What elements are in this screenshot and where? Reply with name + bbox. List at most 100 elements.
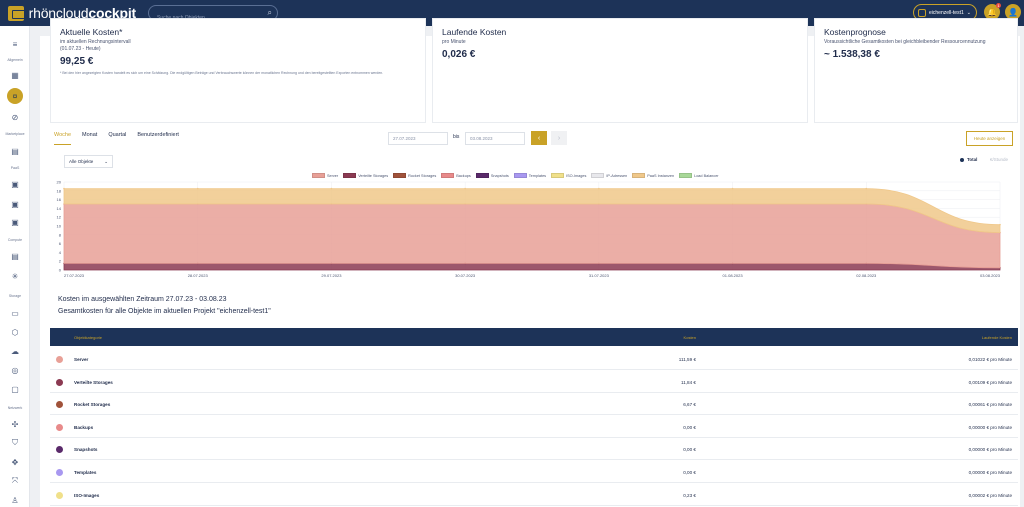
network-icon[interactable]: ✣ [7, 416, 23, 432]
template-icon[interactable]: ▢ [7, 381, 23, 397]
tab-benutzerdefiniert[interactable]: Benutzerdefiniert [137, 129, 179, 145]
category-cost: 11,84 € [681, 379, 696, 385]
y-tick-label: 4 [59, 250, 62, 255]
loadbalancer-icon[interactable]: ✥ [7, 454, 23, 470]
radio-dot [960, 157, 964, 162]
paas-icon[interactable]: ▣ [7, 176, 23, 192]
table-row[interactable]: Verteilte Storages 11,84 € 0,00109 € pro… [50, 371, 1018, 393]
category-cost: 0,23 € [683, 492, 696, 498]
category-cost: 0,00 € [683, 424, 696, 430]
y-tick-label: 14 [57, 206, 62, 211]
sidebar-section-label: Marketplace [5, 132, 25, 136]
card-title: Aktuelle Kosten* [60, 27, 123, 37]
running-costs-value: 0,026 € [442, 49, 476, 60]
table-row[interactable]: Snapshots 0,00 € 0,00000 € pro Minute [50, 439, 1018, 461]
header-category: Objektkategorie [74, 335, 103, 340]
area-series-server [63, 203, 1001, 269]
category-running-cost: 0,00000 € pro Minute [968, 470, 1012, 475]
forecast-card: Kostenprognose Voraussichtliche Gesamtko… [814, 18, 1018, 123]
sidebar-section-label: Storage [8, 294, 22, 298]
table-row[interactable]: Rocket Storages 6,67 € 0,00061 € pro Min… [50, 394, 1018, 416]
y-tick-label: 2 [59, 259, 62, 264]
cluster-icon[interactable]: ✳ [7, 268, 23, 284]
legend-label: PaaS Instanzen [647, 173, 675, 178]
category-running-cost: 0,01022 € pro Minute [968, 357, 1012, 362]
chevron-down-icon: ⌄ [104, 159, 108, 164]
toggle-hour[interactable]: €/Stunde [990, 157, 1008, 162]
backup-icon[interactable]: ⬡ [7, 324, 23, 340]
legend-label: Server [327, 173, 339, 178]
toggle-total[interactable]: Total [960, 157, 977, 162]
object-select-value: Alle Objekte [69, 159, 94, 164]
server-icon[interactable]: ▤ [7, 248, 23, 264]
data-point [63, 187, 65, 190]
y-tick-label: 8 [59, 232, 62, 237]
legend-label: Backups [456, 173, 471, 178]
today-button[interactable]: Heute anzeigen [966, 131, 1013, 146]
x-tick-label: 01.08.2023 [723, 273, 744, 278]
category-color-dot [56, 446, 63, 454]
chevron-left-icon: ‹ [537, 134, 541, 142]
x-tick-label: 02.08.2023 [856, 273, 877, 278]
category-name: Templates [74, 470, 97, 475]
database-icon[interactable]: ▣ [7, 196, 23, 212]
category-running-cost: 0,00061 € pro Minute [968, 402, 1012, 408]
category-color-dot [56, 491, 63, 499]
x-tick-label: 28.07.2023 [188, 273, 209, 278]
table-row[interactable]: ISO-Images 0,23 € 0,00002 € pro Minute [50, 484, 1018, 506]
tab-quartal[interactable]: Quartal [108, 129, 126, 145]
storage-icon[interactable]: ▭ [7, 305, 23, 321]
user-icon[interactable]: ♙ [7, 492, 23, 507]
ip-icon[interactable]: ⤧ [7, 473, 23, 489]
dashboard-icon[interactable]: ▦ [7, 67, 23, 83]
menu-toggle-icon[interactable]: ≡ [7, 36, 23, 52]
data-point [999, 223, 1001, 226]
search-icon[interactable]: ⌕ [268, 8, 272, 18]
tab-monat[interactable]: Monat [82, 129, 97, 145]
firewall-icon[interactable]: ⛉ [7, 435, 23, 451]
card-note: * Bei den hier angezeigten Kosten handel… [60, 71, 384, 75]
current-costs-value: 99,25 € [60, 56, 94, 67]
sidebar-section-label: Netzwerk [7, 406, 23, 410]
date-from-input[interactable]: 27.07.2023 [388, 132, 448, 145]
table-row[interactable]: Templates 0,00 € 0,00000 € pro Minute [50, 462, 1018, 483]
legend-label: Rocket Storages [408, 173, 437, 178]
cloud-icon[interactable]: ☁ [7, 343, 23, 359]
table-row[interactable]: Server 111,59 € 0,01022 € pro Minute [50, 349, 1018, 370]
kubernetes-icon[interactable]: ▣ [7, 214, 23, 230]
card-subtitle: Voraussichtliche Gesamtkosten bei gleich… [824, 39, 986, 45]
previous-period-button[interactable]: ‹ [531, 131, 547, 145]
x-tick-label: 03.08.2023 [980, 273, 1001, 278]
summary-panel: Kosten im ausgewählten Zeitraum 27.07.23… [50, 290, 1018, 325]
card-title: Laufende Kosten [442, 27, 507, 37]
forecast-value: ~ 1.538,38 € [824, 49, 880, 60]
data-point [731, 187, 734, 190]
snapshot-icon[interactable]: ◎ [7, 362, 23, 378]
next-period-button[interactable]: › [551, 131, 567, 145]
project-icon [918, 8, 926, 17]
category-name: Snapshots [74, 447, 98, 453]
legend-label: Templates [528, 173, 547, 178]
cost-area-chart: 0 2 4 6 8 10 12 14 16 18 20 27.07.2023 28.07.2023 29.… [57, 180, 1001, 278]
category-running-cost: 0,00000 € pro Minute [968, 447, 1012, 453]
x-tick-label: 27.07.2023 [64, 273, 85, 278]
data-point [865, 187, 868, 190]
area-series-verteilte-storages [63, 263, 1001, 271]
category-color-dot [56, 401, 63, 409]
category-cost: 6,67 € [683, 402, 696, 408]
legend-label: Snapshots [490, 173, 509, 178]
tags-icon[interactable]: ⊘ [7, 109, 23, 125]
costs-icon[interactable]: ¤ [7, 88, 23, 104]
y-tick-label: 6 [59, 241, 62, 246]
category-name: Backups [74, 424, 94, 430]
chevron-down-icon: ⌄ [966, 9, 971, 16]
marketplace-icon[interactable]: ▤ [7, 143, 23, 159]
object-select[interactable]: Alle Objekte ⌄ [64, 155, 113, 168]
data-point [598, 187, 600, 190]
sidebar: ≡ Allgemein ▦ ¤ ⊘ Marketplace ▤ PaaS ▣ ▣… [0, 26, 30, 507]
table-row[interactable]: Backups 0,00 € 0,00000 € pro Minute [50, 416, 1018, 438]
category-color-dot [56, 423, 63, 431]
tab-woche[interactable]: Woche [54, 129, 72, 145]
date-to-input[interactable]: 03.08.2023 [465, 132, 525, 145]
card-title: Kostenprognose [824, 27, 886, 37]
